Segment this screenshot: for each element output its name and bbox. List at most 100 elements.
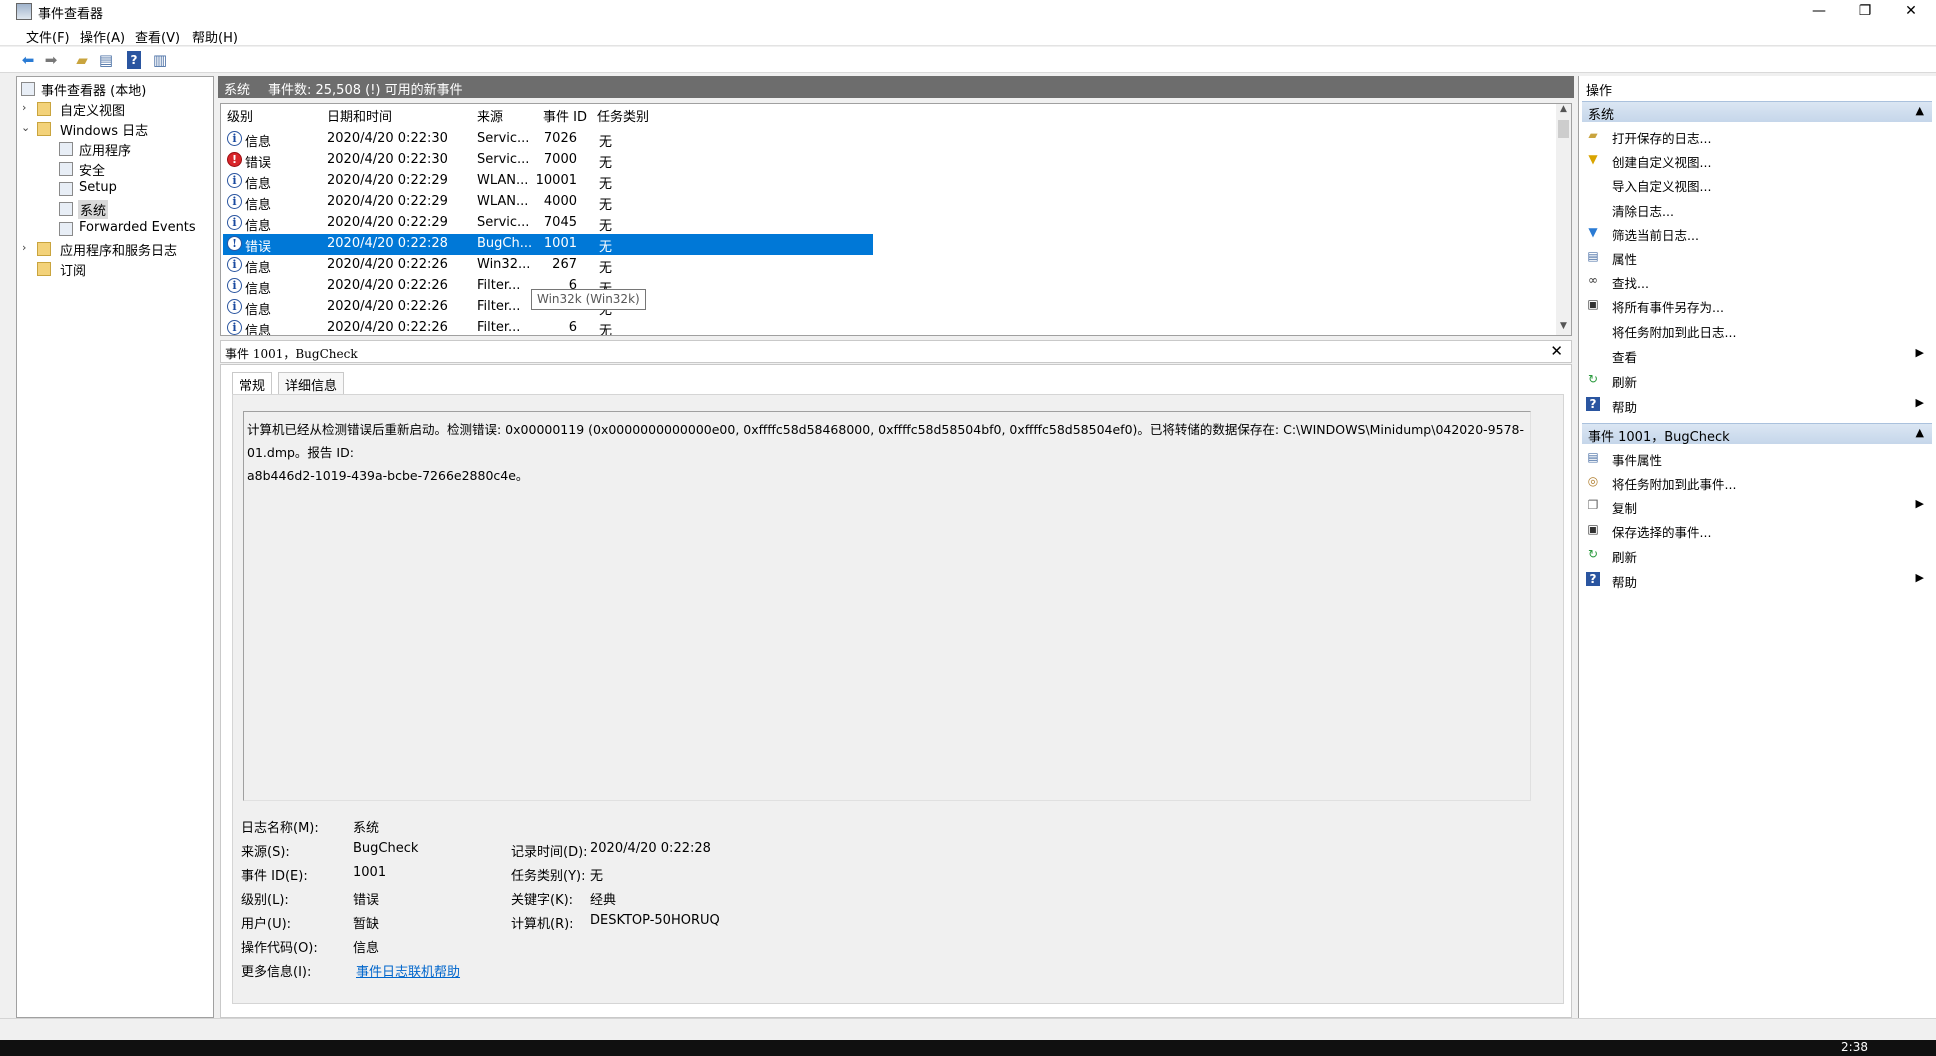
action-label: 清除日志... xyxy=(1612,204,1674,219)
tree-log-application[interactable]: 应用程序 xyxy=(17,139,213,159)
tree-windows-logs[interactable]: ⌄ Windows 日志 xyxy=(17,119,213,139)
row-level: 错误 xyxy=(245,156,272,171)
navigation-tree: 事件查看器 (本地) › 自定义视图 ⌄ Windows 日志 应用程序 安全 … xyxy=(16,76,214,1018)
tree-custom-views[interactable]: › 自定义视图 xyxy=(17,99,213,119)
action-help[interactable]: ? 帮助 ▶ xyxy=(1582,395,1932,415)
event-message-line: 计算机已经从检测错误后重新启动。检测错误: 0x00000119 (0x0000… xyxy=(247,422,1524,460)
refresh-icon: ↻ xyxy=(1587,372,1599,386)
row-level: 信息 xyxy=(245,135,272,150)
table-row[interactable]: i 信息 2020/4/20 0:22:29 WLAN... 10001 无 xyxy=(223,171,873,192)
tooltip: Win32k (Win32k) xyxy=(531,289,646,310)
chevron-right-icon[interactable]: › xyxy=(22,241,34,254)
event-list-scrollbar[interactable]: ▲ ▼ xyxy=(1556,104,1571,335)
action-help[interactable]: ? 帮助 ▶ xyxy=(1582,570,1932,590)
tree-log-setup[interactable]: Setup xyxy=(17,179,213,199)
action-filter-current-log[interactable]: ▼ 筛选当前日志... xyxy=(1582,223,1932,243)
tree-subscriptions[interactable]: 订阅 xyxy=(17,259,213,279)
row-event-id: 4000 xyxy=(543,194,577,209)
action-view[interactable]: 查看 ▶ xyxy=(1582,345,1932,365)
column-task-category[interactable]: 任务类别 xyxy=(597,106,649,126)
row-event-id: 1001 xyxy=(543,236,577,251)
tree-root[interactable]: 事件查看器 (本地) xyxy=(17,79,213,99)
menu-view[interactable]: 查看(V) xyxy=(135,27,180,46)
action-copy[interactable]: ❐ 复制 ▶ xyxy=(1582,496,1932,516)
taskbar-clock[interactable]: 2:38 xyxy=(1841,1040,1868,1054)
table-row[interactable]: i 信息 2020/4/20 0:22:29 Servic... 7045 无 xyxy=(223,213,873,234)
binoculars-icon: ∞ xyxy=(1588,273,1598,287)
menu-action[interactable]: 操作(A) xyxy=(80,27,125,46)
row-source: Filter... xyxy=(477,299,521,314)
tree-log-label: 系统 xyxy=(78,200,109,219)
column-source[interactable]: 来源 xyxy=(477,106,503,126)
tree-app-service-logs[interactable]: › 应用程序和服务日志 xyxy=(17,239,213,259)
open-folder-icon[interactable]: ▰ xyxy=(72,51,92,69)
table-row[interactable]: i 信息 2020/4/20 0:22:29 WLAN... 4000 无 xyxy=(223,192,873,213)
field-label: 事件 ID(E): xyxy=(241,869,308,884)
toolbar: ⬅ ➡ ▰ ▤ ? ▥ xyxy=(0,47,1936,73)
forward-arrow-icon[interactable]: ➡ xyxy=(41,51,61,69)
action-save-all-events[interactable]: ▣ 将所有事件另存为... xyxy=(1582,295,1932,315)
action-label: 属性 xyxy=(1612,252,1638,267)
actions-section-event[interactable]: 事件 1001，BugCheck ▲ xyxy=(1582,423,1932,445)
table-row[interactable]: i 信息 2020/4/20 0:22:26 Win32... 267 无 xyxy=(223,255,873,276)
menu-file[interactable]: 文件(F) xyxy=(26,27,70,46)
field-value-source: BugCheck xyxy=(353,841,419,856)
info-icon: i xyxy=(227,173,242,188)
column-event-id[interactable]: 事件 ID xyxy=(543,106,587,126)
scroll-up-icon[interactable]: ▲ xyxy=(1556,104,1571,118)
actions-section-system[interactable]: 系统 ▲ xyxy=(1582,101,1932,123)
action-refresh[interactable]: ↻ 刷新 xyxy=(1582,370,1932,390)
back-arrow-icon[interactable]: ⬅ xyxy=(18,51,38,69)
tree-log-system[interactable]: 系统 xyxy=(17,199,213,219)
row-source: Filter... xyxy=(477,320,521,335)
row-event-id: 10001 xyxy=(535,173,577,188)
tab-details[interactable]: 详细信息 xyxy=(278,372,345,394)
action-attach-task-to-log[interactable]: 将任务附加到此日志... xyxy=(1582,320,1932,340)
filter-icon: ▼ xyxy=(1588,152,1598,166)
tree-log-label: 应用程序 xyxy=(79,144,132,159)
collapse-icon[interactable]: ▲ xyxy=(1916,426,1924,439)
tree-log-security[interactable]: 安全 xyxy=(17,159,213,179)
minimize-button[interactable]: — xyxy=(1796,0,1842,24)
menu-help[interactable]: 帮助(H) xyxy=(192,27,238,46)
action-properties[interactable]: ▤ 属性 xyxy=(1582,247,1932,267)
action-import-custom-view[interactable]: 导入自定义视图... xyxy=(1582,174,1932,194)
table-row[interactable]: i 信息 2020/4/20 0:22:26 Filter... 6 无 xyxy=(223,318,873,335)
action-create-custom-view[interactable]: ▼ 创建自定义视图... xyxy=(1582,150,1932,170)
field-value-logged: 2020/4/20 0:22:28 xyxy=(590,841,711,856)
close-button[interactable]: ✕ xyxy=(1888,0,1934,24)
action-save-selected-events[interactable]: ▣ 保存选择的事件... xyxy=(1582,520,1932,540)
action-open-saved-log[interactable]: ▰ 打开保存的日志... xyxy=(1582,126,1932,146)
online-help-link[interactable]: 事件日志联机帮助 xyxy=(356,961,460,980)
info-icon: i xyxy=(227,299,242,314)
action-find[interactable]: ∞ 查找... xyxy=(1582,271,1932,291)
tree-log-forwarded[interactable]: Forwarded Events xyxy=(17,219,213,239)
action-attach-task-to-event[interactable]: ◎ 将任务附加到此事件... xyxy=(1582,472,1932,492)
event-message-box[interactable]: 计算机已经从检测错误后重新启动。检测错误: 0x00000119 (0x0000… xyxy=(243,411,1531,801)
scroll-thumb[interactable] xyxy=(1558,120,1569,138)
properties-icon[interactable]: ▥ xyxy=(150,51,170,69)
table-row-selected[interactable]: ! 错误 2020/4/20 0:22:28 BugCh... 1001 无 xyxy=(223,234,873,255)
log-icon xyxy=(59,162,73,176)
chevron-down-icon[interactable]: ⌄ xyxy=(21,121,33,134)
field-label: 更多信息(I): xyxy=(241,965,312,980)
show-hide-tree-icon[interactable]: ▤ xyxy=(96,51,116,69)
collapse-icon[interactable]: ▲ xyxy=(1916,104,1924,117)
scroll-down-icon[interactable]: ▼ xyxy=(1556,321,1571,335)
chevron-right-icon[interactable]: › xyxy=(22,101,34,114)
help-icon[interactable]: ? xyxy=(127,51,141,69)
column-datetime[interactable]: 日期和时间 xyxy=(327,106,392,126)
action-event-properties[interactable]: ▤ 事件属性 xyxy=(1582,448,1932,468)
action-clear-log[interactable]: 清除日志... xyxy=(1582,199,1932,219)
row-datetime: 2020/4/20 0:22:26 xyxy=(327,320,448,335)
table-row[interactable]: ! 错误 2020/4/20 0:22:30 Servic... 7000 无 xyxy=(223,150,873,171)
table-row[interactable]: i 信息 2020/4/20 0:22:30 Servic... 7026 无 xyxy=(223,129,873,150)
row-level: 信息 xyxy=(245,303,272,318)
column-level[interactable]: 级别 xyxy=(227,106,253,126)
close-detail-icon[interactable]: ✕ xyxy=(1550,342,1563,360)
action-refresh[interactable]: ↻ 刷新 xyxy=(1582,545,1932,565)
restore-button[interactable]: ❐ xyxy=(1842,0,1888,24)
tab-general[interactable]: 常规 xyxy=(232,372,273,394)
row-task: 无 xyxy=(599,261,613,276)
event-list[interactable]: 级别 日期和时间 来源 事件 ID 任务类别 i 信息 2020/4/20 0:… xyxy=(220,103,1572,336)
